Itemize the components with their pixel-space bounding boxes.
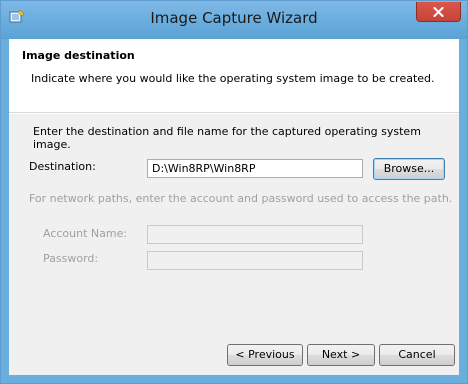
title-bar[interactable]: Image Capture Wizard (1, 1, 467, 39)
window-title: Image Capture Wizard (150, 9, 318, 27)
window-frame-bottom (1, 375, 467, 383)
close-icon (433, 6, 444, 17)
wizard-header-panel: Image destination Indicate where you wou… (9, 39, 459, 113)
page-title: Image destination (22, 49, 135, 62)
destination-label: Destination: (29, 160, 96, 173)
window-frame-left (1, 39, 9, 383)
account-name-label: Account Name: (43, 227, 128, 240)
window-frame-right (459, 39, 467, 383)
next-button[interactable]: Next > (307, 344, 375, 366)
destination-instruction: Enter the destination and file name for … (33, 125, 421, 151)
cancel-button[interactable]: Cancel (379, 344, 455, 366)
header-divider (9, 113, 459, 114)
password-field[interactable] (147, 251, 363, 270)
browse-button[interactable]: Browse... (373, 158, 445, 180)
destination-field[interactable] (147, 159, 363, 178)
page-description: Indicate where you would like the operat… (31, 72, 435, 85)
image-capture-wizard-window: Image Capture Wizard Image destination I… (0, 0, 468, 384)
password-label: Password: (43, 252, 99, 265)
wizard-content: Enter the destination and file name for … (9, 113, 459, 375)
network-paths-note: For network paths, enter the account and… (29, 192, 453, 205)
previous-button[interactable]: < Previous (227, 344, 303, 366)
close-button[interactable] (416, 2, 461, 22)
account-name-field[interactable] (147, 225, 363, 244)
